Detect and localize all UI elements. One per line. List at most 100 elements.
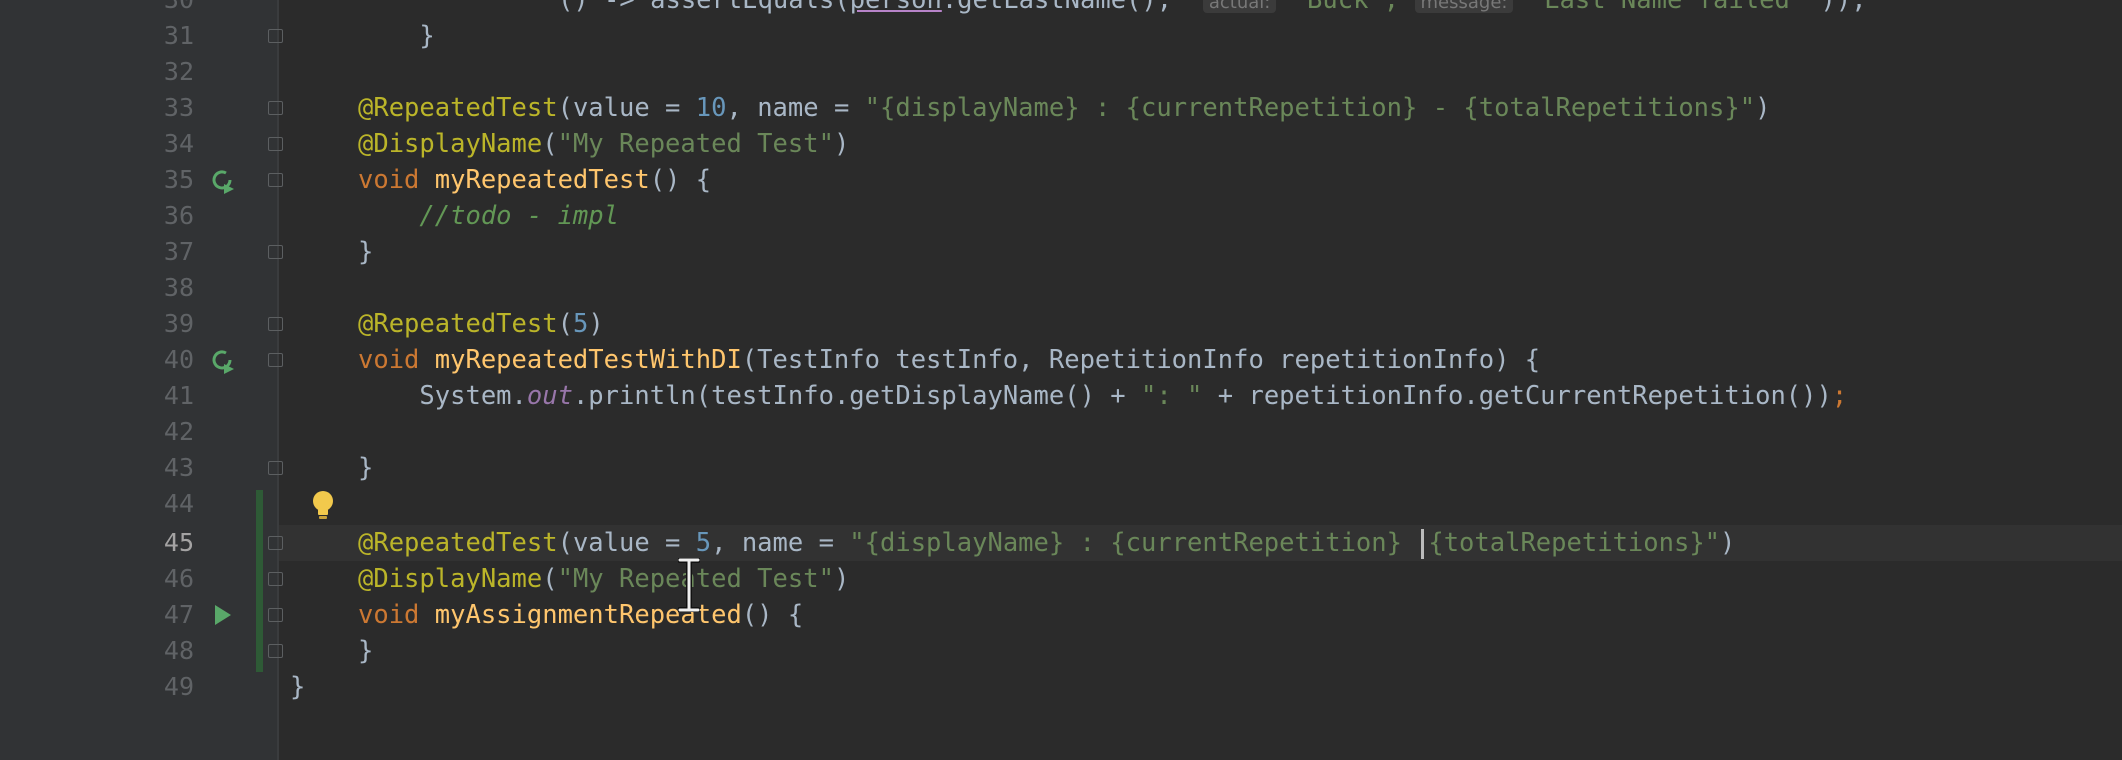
code-token: (value = <box>557 93 696 123</box>
code-token: ; <box>1831 381 1848 411</box>
code-token: "{displayName} : {currentRepetition} - {… <box>864 93 1756 123</box>
line-number: 33 <box>163 93 194 122</box>
code-token: (TestInfo testInfo, RepetitionInfo repet… <box>741 345 1541 375</box>
line-number: 44 <box>163 489 194 518</box>
code-token: out <box>526 381 573 411</box>
fold-marker-icon[interactable] <box>268 461 283 475</box>
code-token: () -> assertEquals( <box>558 0 850 15</box>
code-line[interactable]: } <box>290 669 305 705</box>
code-token: ) <box>833 129 850 159</box>
line-number: 42 <box>163 417 194 446</box>
line-number: 38 <box>163 273 194 302</box>
code-token: 10 <box>695 93 727 123</box>
code-token: } <box>358 237 374 267</box>
code-token: "My Repeated Test" <box>557 129 834 159</box>
code-token: @DisplayName <box>358 564 543 594</box>
code-line[interactable]: @RepeatedTest(5) <box>358 306 604 342</box>
code-token: , name = <box>726 93 865 123</box>
code-token: {totalRepetitions}" <box>1428 528 1721 558</box>
code-line[interactable]: @RepeatedTest(value = 5, name = "{displa… <box>358 525 1735 561</box>
code-token: ( <box>542 564 558 594</box>
code-token: } <box>290 672 306 702</box>
code-token: } <box>358 21 435 51</box>
line-number: 41 <box>163 381 194 410</box>
line-number: 49 <box>163 672 194 701</box>
code-line[interactable]: //todo - impl <box>358 198 619 234</box>
code-token: void <box>358 165 435 195</box>
fold-marker-icon[interactable] <box>268 353 283 367</box>
code-token: @RepeatedTest <box>358 309 558 339</box>
code-line[interactable]: void myRepeatedTest() { <box>358 162 711 198</box>
text-caret <box>1421 529 1425 559</box>
vcs-change-marker[interactable] <box>256 490 263 672</box>
line-number: 45 <box>163 528 194 557</box>
code-token: 5 <box>572 309 589 339</box>
code-line[interactable]: } <box>358 234 373 270</box>
fold-marker-icon[interactable] <box>268 644 283 658</box>
code-token: void <box>358 345 435 375</box>
code-token: "{displayName} : {currentRepetition} <box>849 528 1418 558</box>
code-token: actual: <box>1202 0 1277 13</box>
code-token: System. <box>358 381 527 411</box>
fold-marker-icon[interactable] <box>268 245 283 259</box>
fold-marker-icon[interactable] <box>268 29 283 43</box>
code-line[interactable]: @RepeatedTest(value = 10, name = "{displ… <box>358 90 1770 126</box>
intention-bulb-icon[interactable] <box>310 489 336 523</box>
code-token: .getLastName(), <box>941 0 1203 15</box>
line-number: 40 <box>163 345 194 374</box>
code-line[interactable]: } <box>358 18 435 54</box>
code-token: , name = <box>711 528 850 558</box>
code-token: } <box>358 636 374 666</box>
code-token: void <box>358 600 435 630</box>
code-line[interactable]: } <box>358 450 373 486</box>
run-test-icon[interactable] <box>208 601 236 629</box>
fold-marker-icon[interactable] <box>268 137 283 151</box>
code-token: ( <box>542 129 558 159</box>
code-token: () { <box>649 165 712 195</box>
line-number: 37 <box>163 237 194 266</box>
code-line[interactable]: } <box>358 633 373 669</box>
code-token: person <box>849 0 942 15</box>
code-token: message: <box>1414 0 1514 13</box>
fold-marker-icon[interactable] <box>268 173 283 187</box>
code-token: @RepeatedTest <box>358 528 558 558</box>
fold-marker-icon[interactable] <box>268 572 283 586</box>
fold-marker-icon[interactable] <box>268 608 283 622</box>
code-token: + repetitionInfo.getCurrentRepetition()) <box>1202 381 1832 411</box>
code-token: ) <box>833 564 850 594</box>
code-line[interactable]: System.out.println(testInfo.getDisplayNa… <box>358 378 1847 414</box>
code-token: myRepeatedTestWithDI <box>434 345 742 375</box>
code-token: ) <box>1720 528 1736 558</box>
fold-marker-icon[interactable] <box>268 317 283 331</box>
line-number: 46 <box>163 564 194 593</box>
left-tool-strip <box>0 0 140 760</box>
rerun-test-icon[interactable] <box>208 166 236 194</box>
fold-marker-icon[interactable] <box>268 536 283 550</box>
code-token: myRepeatedTest <box>434 165 650 195</box>
code-line[interactable]: () -> assertEquals(person.getLastName(),… <box>558 0 1867 18</box>
code-token: () { <box>741 600 804 630</box>
line-number: 31 <box>163 21 194 50</box>
code-token: ( <box>557 309 573 339</box>
line-number: 43 <box>163 453 194 482</box>
line-number: 39 <box>163 309 194 338</box>
code-line[interactable]: @DisplayName("My Repeated Test") <box>358 126 849 162</box>
code-token: @DisplayName <box>358 129 543 159</box>
code-line[interactable]: @DisplayName("My Repeated Test") <box>358 561 849 597</box>
code-token: "Last Name failed" <box>1513 0 1806 15</box>
code-token: )); <box>1805 0 1867 15</box>
code-token: ) <box>588 309 604 339</box>
fold-marker-icon[interactable] <box>268 101 283 115</box>
code-token: "Buck", <box>1276 0 1415 15</box>
line-number: 47 <box>163 600 194 629</box>
code-token: 5 <box>695 528 712 558</box>
code-token: @RepeatedTest <box>358 93 558 123</box>
line-number: 36 <box>163 201 194 230</box>
line-number: 35 <box>163 165 194 194</box>
code-line[interactable]: void myAssignmentRepeated() { <box>358 597 803 633</box>
rerun-test-icon[interactable] <box>208 346 236 374</box>
code-line[interactable]: void myRepeatedTestWithDI(TestInfo testI… <box>358 342 1540 378</box>
line-number: 34 <box>163 129 194 158</box>
line-number: 48 <box>163 636 194 665</box>
code-token: ) <box>1755 93 1771 123</box>
